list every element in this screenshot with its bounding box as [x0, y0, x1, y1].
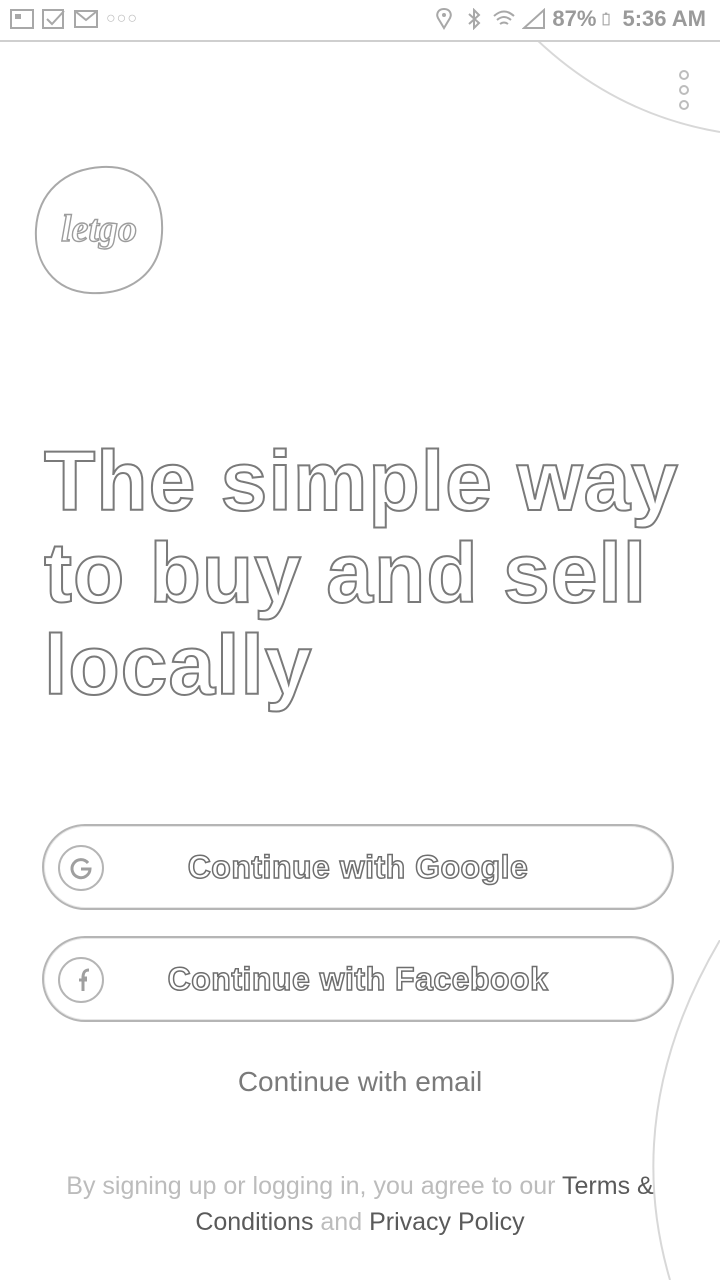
continue-with-google-button[interactable]: Continue with Google — [42, 824, 674, 910]
privacy-policy-link[interactable]: Privacy Policy — [369, 1208, 525, 1236]
more-dots-icon: ○○○ — [106, 10, 138, 27]
logo-text: letgo — [61, 208, 137, 250]
google-icon — [58, 845, 104, 891]
clock: 5:36 AM — [622, 6, 706, 31]
menu-dot — [679, 100, 689, 110]
continue-with-facebook-button[interactable]: Continue with Facebook — [42, 936, 674, 1022]
battery-percent: 87% — [552, 6, 597, 31]
wifi-icon — [493, 10, 516, 25]
headline-line-1: The simple way — [43, 434, 679, 528]
system-status: 87% 5:36 AM — [432, 6, 706, 32]
facebook-button-label: Continue with Facebook — [167, 960, 549, 998]
facebook-icon — [58, 957, 104, 1003]
mail-icon — [74, 10, 98, 28]
continue-with-email-link[interactable]: Continue with email — [0, 1066, 720, 1098]
headline-line-3: locally — [43, 618, 313, 712]
google-button-label: Continue with Google — [187, 848, 529, 886]
menu-dot — [679, 85, 689, 95]
legal-prefix: By signing up or logging in, you agree t… — [66, 1172, 556, 1200]
battery-icon — [603, 12, 611, 26]
menu-dot — [679, 70, 689, 80]
signal-icon — [522, 8, 546, 29]
headline: The simple way to buy and sell locally — [43, 434, 694, 712]
notification-icons: ○○○ — [10, 8, 138, 30]
legal-notice: By signing up or logging in, you agree t… — [40, 1168, 680, 1240]
location-icon — [436, 8, 453, 30]
headline-line-2: to buy and sell — [43, 526, 648, 620]
overflow-menu-icon[interactable] — [674, 70, 694, 110]
legal-and: and — [320, 1208, 363, 1236]
bluetooth-icon — [468, 8, 481, 30]
photo-icon — [10, 9, 34, 29]
letgo-logo: letgo — [34, 165, 164, 295]
status-bar: ○○○ 87% 5:36 AM — [0, 0, 720, 42]
checkbox-icon — [42, 9, 65, 29]
